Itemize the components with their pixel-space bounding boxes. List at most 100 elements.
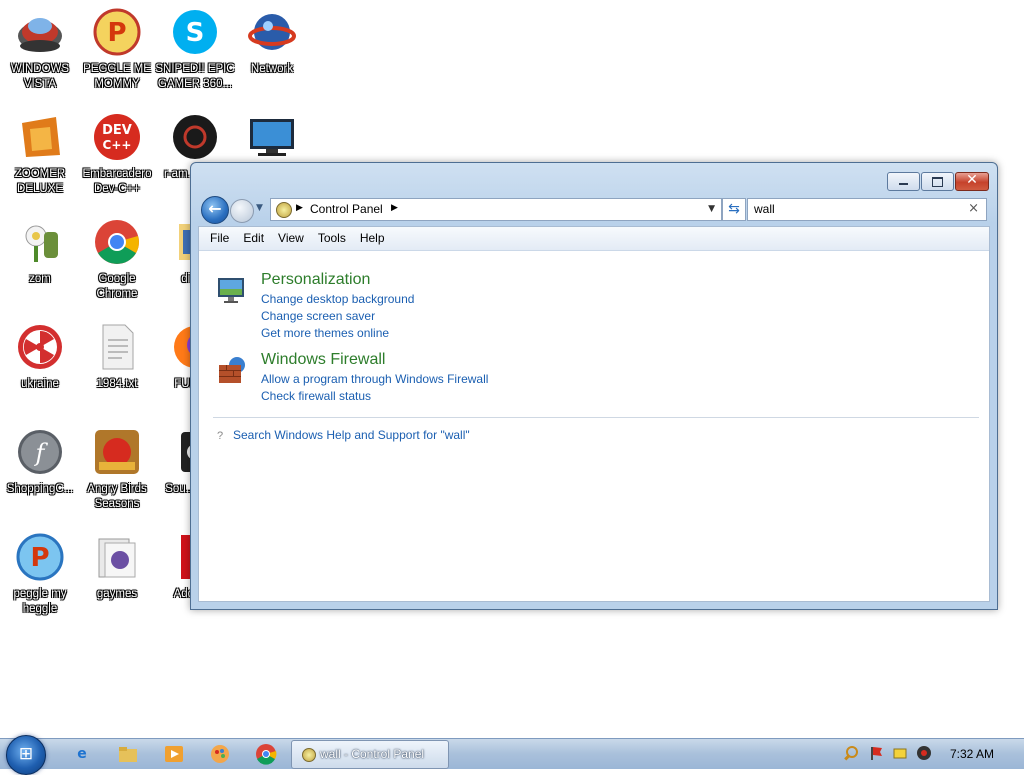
skype-icon: S bbox=[171, 8, 219, 56]
desktop-icon-angry-birds[interactable]: Angry Birds Seasons bbox=[77, 428, 157, 512]
breadcrumb-control-panel[interactable]: Control Panel bbox=[310, 202, 383, 216]
search-input[interactable]: wall × bbox=[747, 198, 987, 221]
desktop-icon-label: Embarcadero Dev-C++ bbox=[82, 168, 152, 195]
monitor-icon bbox=[248, 113, 296, 161]
desktop-icon-label: PEGGLE ME MOMMY bbox=[83, 63, 151, 90]
recent-pages-dropdown[interactable]: ▼ bbox=[256, 203, 263, 213]
svg-text:S: S bbox=[186, 18, 205, 48]
desktop-icon-label: ShoppingC... bbox=[6, 483, 74, 495]
internet-explorer-icon[interactable]: e bbox=[71, 743, 93, 765]
desktop-icon-google-chrome[interactable]: Google Chrome bbox=[77, 218, 157, 302]
desktop-icon-label: SNIPED!! EPIC GAMER 360... bbox=[155, 63, 235, 90]
start-button[interactable]: ⊞ bbox=[6, 735, 46, 775]
volume-icon[interactable] bbox=[916, 745, 932, 761]
address-dropdown-icon[interactable]: ▼ bbox=[708, 204, 715, 214]
menu-view[interactable]: View bbox=[271, 227, 311, 250]
windows-vista-icon bbox=[16, 8, 64, 56]
menu-file[interactable]: File bbox=[203, 227, 236, 250]
desktop-icon-network[interactable]: Network bbox=[232, 8, 312, 77]
paint-icon[interactable] bbox=[209, 743, 231, 765]
desktop-icon-label: Network bbox=[250, 63, 294, 75]
desktop-icon-ukraine[interactable]: ukraine bbox=[0, 323, 80, 392]
back-button[interactable]: ← bbox=[201, 196, 229, 224]
desktop-icon-monitor[interactable] bbox=[232, 113, 312, 161]
menu-edit[interactable]: Edit bbox=[236, 227, 271, 250]
desktop-icon-skype[interactable]: S SNIPED!! EPIC GAMER 360... bbox=[155, 8, 235, 92]
peggle-icon: P bbox=[93, 8, 141, 56]
desktop-icon-label: peggle my heggle bbox=[13, 588, 67, 615]
close-button[interactable]: ✕ bbox=[955, 172, 989, 191]
desktop-icon-1984-txt[interactable]: 1984.txt bbox=[77, 323, 157, 392]
result-link[interactable]: Change desktop background bbox=[261, 292, 414, 306]
menu-tools[interactable]: Tools bbox=[311, 227, 353, 250]
result-link[interactable]: Check firewall status bbox=[261, 389, 371, 403]
taskbar-task-control-panel[interactable]: wall - Control Panel bbox=[291, 740, 449, 769]
desktop-icon-dev-cpp[interactable]: DEV C++ Embarcadero Dev-C++ bbox=[77, 113, 157, 197]
angry-birds-icon bbox=[93, 428, 141, 476]
windows-logo-icon: ⊞ bbox=[18, 744, 34, 764]
desktop-icon-label: Angry Birds Seasons bbox=[87, 483, 147, 510]
control-panel-window[interactable]: ✕ ← ▼ ▶ Control Panel ▶ ▼ ⇆ wall × File … bbox=[190, 162, 998, 610]
maximize-button[interactable] bbox=[921, 172, 954, 191]
desktop-icon-zom[interactable]: zom bbox=[0, 218, 80, 287]
close-icon: ✕ bbox=[966, 172, 978, 188]
desktop-icon-label: zom bbox=[29, 273, 51, 285]
taskbar: ⊞ e wall - Control Panel 7:32 AM bbox=[0, 735, 1024, 775]
action-center-flag-icon[interactable] bbox=[868, 745, 884, 761]
desktop-icon-zoomer-deluxe[interactable]: ZOOMER DELUXE bbox=[0, 113, 80, 197]
chrome-icon bbox=[93, 218, 141, 266]
desktop-icon-peggle-my-heggle[interactable]: P peggle my heggle bbox=[0, 533, 80, 617]
menu-help[interactable]: Help bbox=[353, 227, 392, 250]
system-clock[interactable]: 7:32 AM bbox=[950, 747, 994, 761]
desktop-icon-shoppingc[interactable]: f ShoppingC... bbox=[0, 428, 80, 497]
result-title[interactable]: Personalization bbox=[261, 271, 370, 289]
svg-text:P: P bbox=[107, 18, 126, 48]
zombie-plant-icon bbox=[16, 218, 64, 266]
search-value: wall bbox=[754, 202, 775, 216]
refresh-button[interactable]: ⇆ bbox=[722, 198, 746, 221]
desktop-icon-label: 1984.txt bbox=[96, 378, 138, 390]
breadcrumb-arrow-icon[interactable]: ▶ bbox=[296, 203, 303, 213]
svg-text:DEV: DEV bbox=[102, 123, 132, 138]
firewall-icon[interactable] bbox=[217, 355, 247, 385]
tray-search-icon[interactable] bbox=[843, 745, 859, 761]
help-search-link[interactable]: ? Search Windows Help and Support for "wa… bbox=[217, 428, 470, 442]
desktop-icon-label: gaymes bbox=[96, 588, 138, 600]
window-controls: ✕ bbox=[886, 172, 989, 191]
radiation-icon bbox=[16, 323, 64, 371]
content-pane: File Edit View Tools Help Personalizatio… bbox=[198, 226, 990, 602]
forward-button[interactable] bbox=[230, 199, 254, 223]
result-link[interactable]: Get more themes online bbox=[261, 326, 389, 340]
help-icon: ? bbox=[217, 430, 224, 442]
explorer-icon[interactable] bbox=[117, 743, 139, 765]
menu-bar: File Edit View Tools Help bbox=[199, 227, 989, 251]
result-title[interactable]: Windows Firewall bbox=[261, 351, 385, 369]
control-panel-icon bbox=[302, 748, 316, 762]
personalization-icon[interactable] bbox=[217, 275, 247, 305]
search-results: Personalization Change desktop backgroun… bbox=[199, 251, 989, 601]
desktop-icon-peggle-me-mommy[interactable]: P PEGGLE ME MOMMY bbox=[77, 8, 157, 92]
desktop-icon-label: ZOOMER DELUXE bbox=[14, 168, 66, 195]
svg-text:P: P bbox=[30, 543, 49, 573]
desktop-icon-label: WINDOWS VISTA bbox=[10, 63, 70, 90]
chrome-icon[interactable] bbox=[255, 743, 277, 765]
folder-icon bbox=[93, 533, 141, 581]
address-bar[interactable]: ▶ Control Panel ▶ ▼ bbox=[270, 198, 722, 221]
navigation-bar: ← ▼ ▶ Control Panel ▶ ▼ ⇆ wall × bbox=[199, 195, 989, 224]
flash-icon: f bbox=[16, 428, 64, 476]
help-link-text: Search Windows Help and Support for "wal… bbox=[233, 428, 470, 442]
desktop-icon-windows-vista[interactable]: WINDOWS VISTA bbox=[0, 8, 80, 92]
clear-search-icon[interactable]: × bbox=[968, 201, 979, 216]
desktop-icon-gaymes[interactable]: gaymes bbox=[77, 533, 157, 602]
media-player-icon[interactable] bbox=[163, 743, 185, 765]
control-panel-icon bbox=[276, 202, 292, 218]
task-label: wall - Control Panel bbox=[320, 747, 425, 761]
breadcrumb-arrow-icon[interactable]: ▶ bbox=[391, 203, 398, 213]
r-am-icon bbox=[171, 113, 219, 161]
minimize-icon bbox=[899, 183, 908, 185]
result-link[interactable]: Change screen saver bbox=[261, 309, 375, 323]
result-link[interactable]: Allow a program through Windows Firewall bbox=[261, 372, 488, 386]
minimize-button[interactable] bbox=[887, 172, 920, 191]
tray-notification-icon[interactable] bbox=[892, 745, 908, 761]
back-arrow-icon: ← bbox=[208, 199, 222, 218]
